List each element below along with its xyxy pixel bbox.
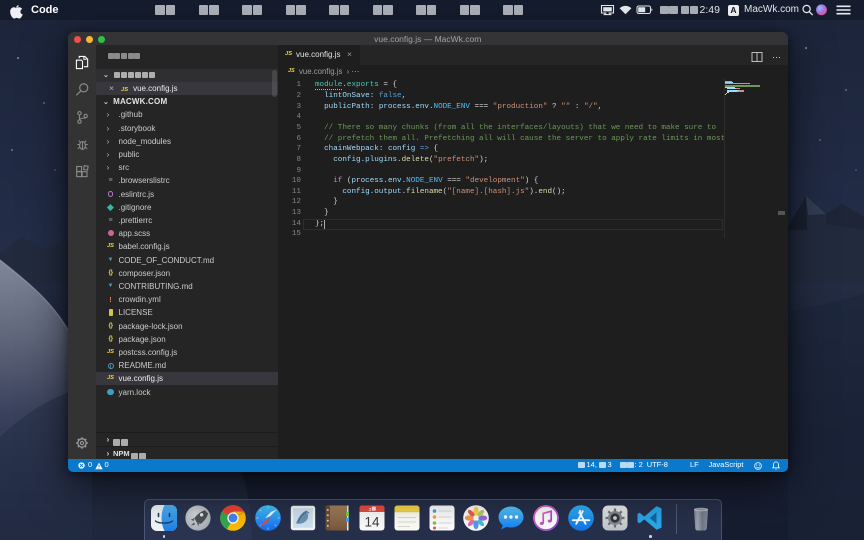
svg-text:14: 14 — [364, 515, 380, 530]
svg-text:3: 3 — [369, 507, 372, 513]
